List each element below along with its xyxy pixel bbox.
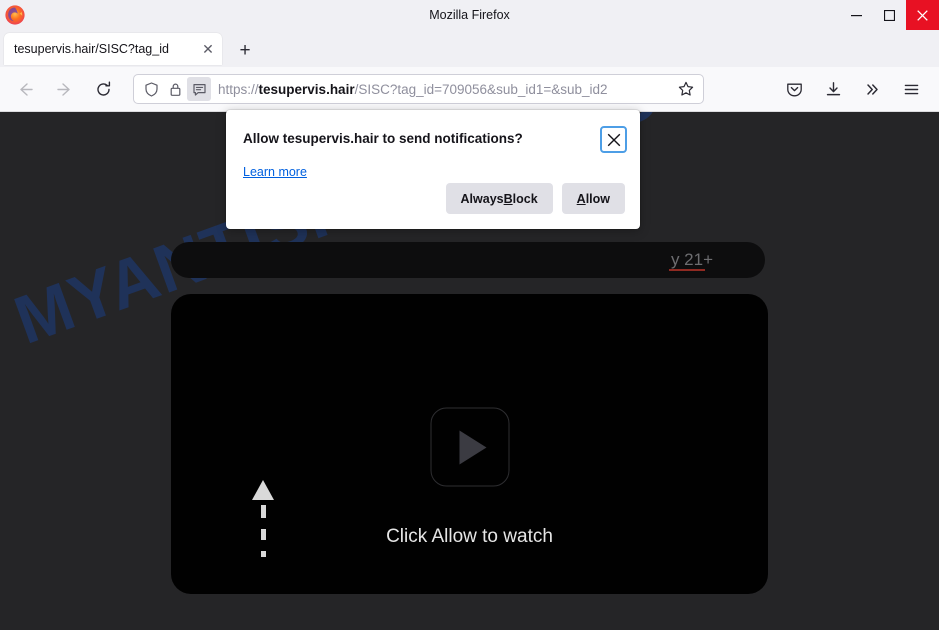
pocket-button[interactable] <box>778 73 811 106</box>
pointer-arrow <box>251 480 275 568</box>
hamburger-menu-icon <box>904 84 919 94</box>
tab-label: tesupervis.hair/SISC?tag_id <box>14 42 169 56</box>
dialog-actions: Always Block Allow <box>445 183 625 214</box>
arrow-dashed-line <box>260 505 266 557</box>
banner-underline <box>669 269 705 271</box>
close-window-button[interactable] <box>906 0 939 30</box>
learn-more-link[interactable]: Learn more <box>243 165 307 179</box>
toolbar-right-buttons <box>769 73 931 106</box>
firefox-logo-icon <box>5 5 25 25</box>
url-host: tesupervis.hair <box>258 81 355 97</box>
app-menu-button[interactable] <box>895 73 928 106</box>
play-button[interactable] <box>430 407 509 487</box>
tab-strip: tesupervis.hair/SISC?tag_id ✕ + <box>0 30 939 67</box>
dialog-title: Allow tesupervis.hair to send notificati… <box>243 131 523 146</box>
notification-permission-icon[interactable] <box>187 77 211 101</box>
bookmark-star-icon[interactable] <box>675 78 697 100</box>
shield-icon[interactable] <box>139 77 163 101</box>
back-button[interactable] <box>9 73 42 106</box>
download-icon <box>826 81 841 95</box>
maximize-button[interactable] <box>873 0 906 30</box>
navigation-toolbar: https://tesupervis.hair/SISC?tag_id=7090… <box>0 67 939 112</box>
play-triangle-icon <box>459 430 486 464</box>
allow-label-post: llow <box>585 191 610 206</box>
window-controls <box>840 0 939 30</box>
downloads-button[interactable] <box>817 73 850 106</box>
age-banner: y 21+ <box>171 242 765 278</box>
notification-permission-dialog: Allow tesupervis.hair to send notificati… <box>226 110 640 229</box>
close-icon <box>607 133 620 146</box>
overflow-button[interactable] <box>856 73 889 106</box>
window-title: Mozilla Firefox <box>429 8 510 22</box>
tab-close-icon[interactable]: ✕ <box>197 38 219 60</box>
forward-arrow-icon <box>57 82 70 96</box>
close-icon <box>917 9 928 21</box>
chevron-double-right-icon <box>867 83 878 95</box>
always-block-button[interactable]: Always Block <box>445 183 553 214</box>
firefox-window: Mozilla Firefox tesupervis.hair/SISC?tag <box>0 0 939 630</box>
forward-button[interactable] <box>48 73 81 106</box>
age-banner-label: y 21+ <box>670 250 713 269</box>
url-text[interactable]: https://tesupervis.hair/SISC?tag_id=7090… <box>218 82 675 97</box>
pocket-icon <box>787 83 802 96</box>
minimize-button[interactable] <box>840 0 873 30</box>
url-bar[interactable]: https://tesupervis.hair/SISC?tag_id=7090… <box>133 74 704 104</box>
allow-button[interactable]: Allow <box>561 183 625 214</box>
allow-accesskey: A <box>576 191 586 206</box>
lock-icon[interactable] <box>163 77 187 101</box>
always-block-label-pre: Always <box>460 191 504 206</box>
minimize-icon <box>851 14 862 16</box>
new-tab-button[interactable]: + <box>232 37 258 63</box>
video-player[interactable]: Click Allow to watch <box>171 294 768 594</box>
url-prefix: https:// <box>218 81 259 97</box>
arrow-head-icon <box>252 480 274 500</box>
back-arrow-icon <box>20 82 33 96</box>
url-path: /SISC?tag_id=709056&sub_id1=&sub_id2 <box>354 81 608 97</box>
reload-button[interactable] <box>87 73 120 106</box>
reload-icon <box>97 81 111 96</box>
always-block-accesskey: B <box>503 191 513 206</box>
always-block-label-post: lock <box>512 191 538 206</box>
dialog-close-button[interactable] <box>600 126 627 153</box>
maximize-icon <box>884 9 895 21</box>
tab-item[interactable]: tesupervis.hair/SISC?tag_id ✕ <box>4 33 222 65</box>
title-bar: Mozilla Firefox <box>0 0 939 30</box>
